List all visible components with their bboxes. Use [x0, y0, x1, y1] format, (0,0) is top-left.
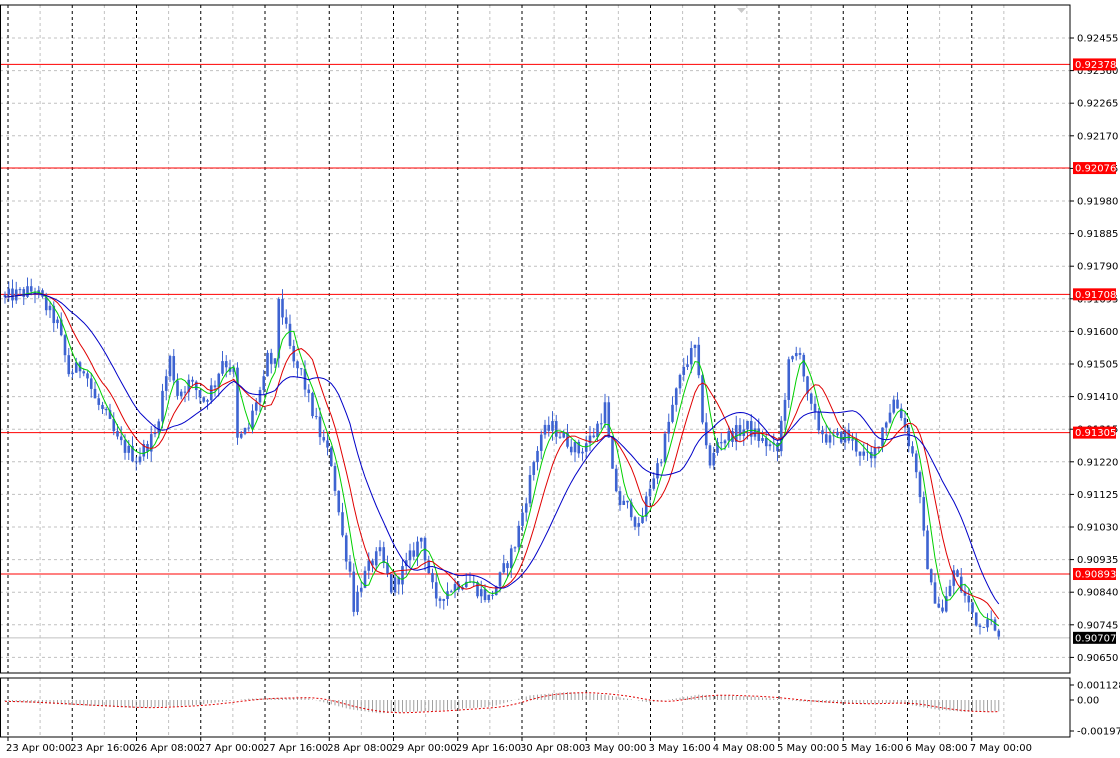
- x-tick-label: 27 Apr 00:00: [199, 743, 264, 754]
- current-price-label: 0.90707: [1075, 633, 1116, 644]
- osc-y-tick-label: 0.00: [1077, 696, 1099, 707]
- candle: [663, 431, 667, 465]
- candle: [333, 462, 337, 496]
- candle: [982, 626, 986, 629]
- candle: [614, 464, 618, 493]
- candle: [701, 373, 704, 425]
- y-tick-label: 0.91410: [1077, 392, 1118, 403]
- x-tick-label: 5 May 16:00: [841, 743, 903, 754]
- x-tick-label: 5 May 00:00: [777, 743, 839, 754]
- x-tick-label: 6 May 08:00: [906, 743, 968, 754]
- y-tick-label: 0.92455: [1077, 34, 1118, 45]
- candle: [922, 491, 926, 537]
- level-price-label: 0.91305: [1075, 428, 1116, 439]
- osc-y-tick-label: -0.001974: [1077, 727, 1120, 738]
- candle: [607, 396, 611, 438]
- candle: [236, 362, 239, 445]
- osc-y-tick-label: 0.001128: [1077, 681, 1120, 692]
- y-tick-label: 0.91220: [1077, 457, 1118, 468]
- x-tick-label: 27 Apr 16:00: [263, 743, 328, 754]
- candle: [311, 391, 314, 419]
- y-tick-label: 0.91125: [1077, 490, 1118, 501]
- candle: [779, 416, 783, 457]
- level-price-label: 0.92076: [1075, 164, 1116, 175]
- x-tick-label: 28 Apr 08:00: [327, 743, 392, 754]
- y-tick-label: 0.91885: [1077, 229, 1118, 240]
- x-tick-label: 26 Apr 08:00: [135, 743, 200, 754]
- candle: [974, 612, 978, 627]
- candle: [337, 490, 341, 516]
- y-tick-label: 0.91505: [1077, 360, 1118, 371]
- candle: [611, 435, 614, 469]
- candle: [329, 445, 333, 467]
- level-price-label: 0.91708: [1075, 290, 1116, 301]
- y-tick-label: 0.91030: [1077, 523, 1118, 534]
- x-tick-label: 29 Apr 16:00: [456, 743, 521, 754]
- y-tick-label: 0.91790: [1077, 262, 1118, 273]
- x-tick-label: 30 Apr 08:00: [520, 743, 585, 754]
- candle: [839, 431, 843, 444]
- candle: [926, 525, 929, 570]
- chart-background: [0, 0, 1120, 758]
- y-tick-label: 0.91600: [1077, 327, 1118, 338]
- level-price-label: 0.90893: [1075, 570, 1116, 581]
- candle: [266, 350, 269, 377]
- x-tick-label: 29 Apr 00:00: [392, 743, 457, 754]
- candle: [389, 573, 393, 595]
- y-tick-label: 0.92170: [1077, 131, 1118, 142]
- y-tick-label: 0.90935: [1077, 555, 1118, 566]
- x-tick-label: 23 Apr 00:00: [6, 743, 71, 754]
- y-tick-label: 0.90840: [1077, 588, 1118, 599]
- x-tick-label: 3 May 16:00: [649, 743, 711, 754]
- y-tick-label: 0.91980: [1077, 197, 1118, 208]
- y-tick-label: 0.90745: [1077, 620, 1118, 631]
- y-tick-label: 0.90650: [1077, 653, 1118, 664]
- candle: [708, 442, 712, 469]
- y-tick-label: 0.92265: [1077, 99, 1118, 110]
- x-tick-label: 3 May 00:00: [584, 743, 646, 754]
- x-tick-label: 23 Apr 16:00: [70, 743, 135, 754]
- x-tick-label: 7 May 00:00: [970, 743, 1032, 754]
- x-tick-label: 4 May 08:00: [713, 743, 775, 754]
- level-price-label: 0.92378: [1075, 60, 1116, 71]
- price-chart: 0.924550.923600.922650.921700.920750.919…: [0, 0, 1120, 758]
